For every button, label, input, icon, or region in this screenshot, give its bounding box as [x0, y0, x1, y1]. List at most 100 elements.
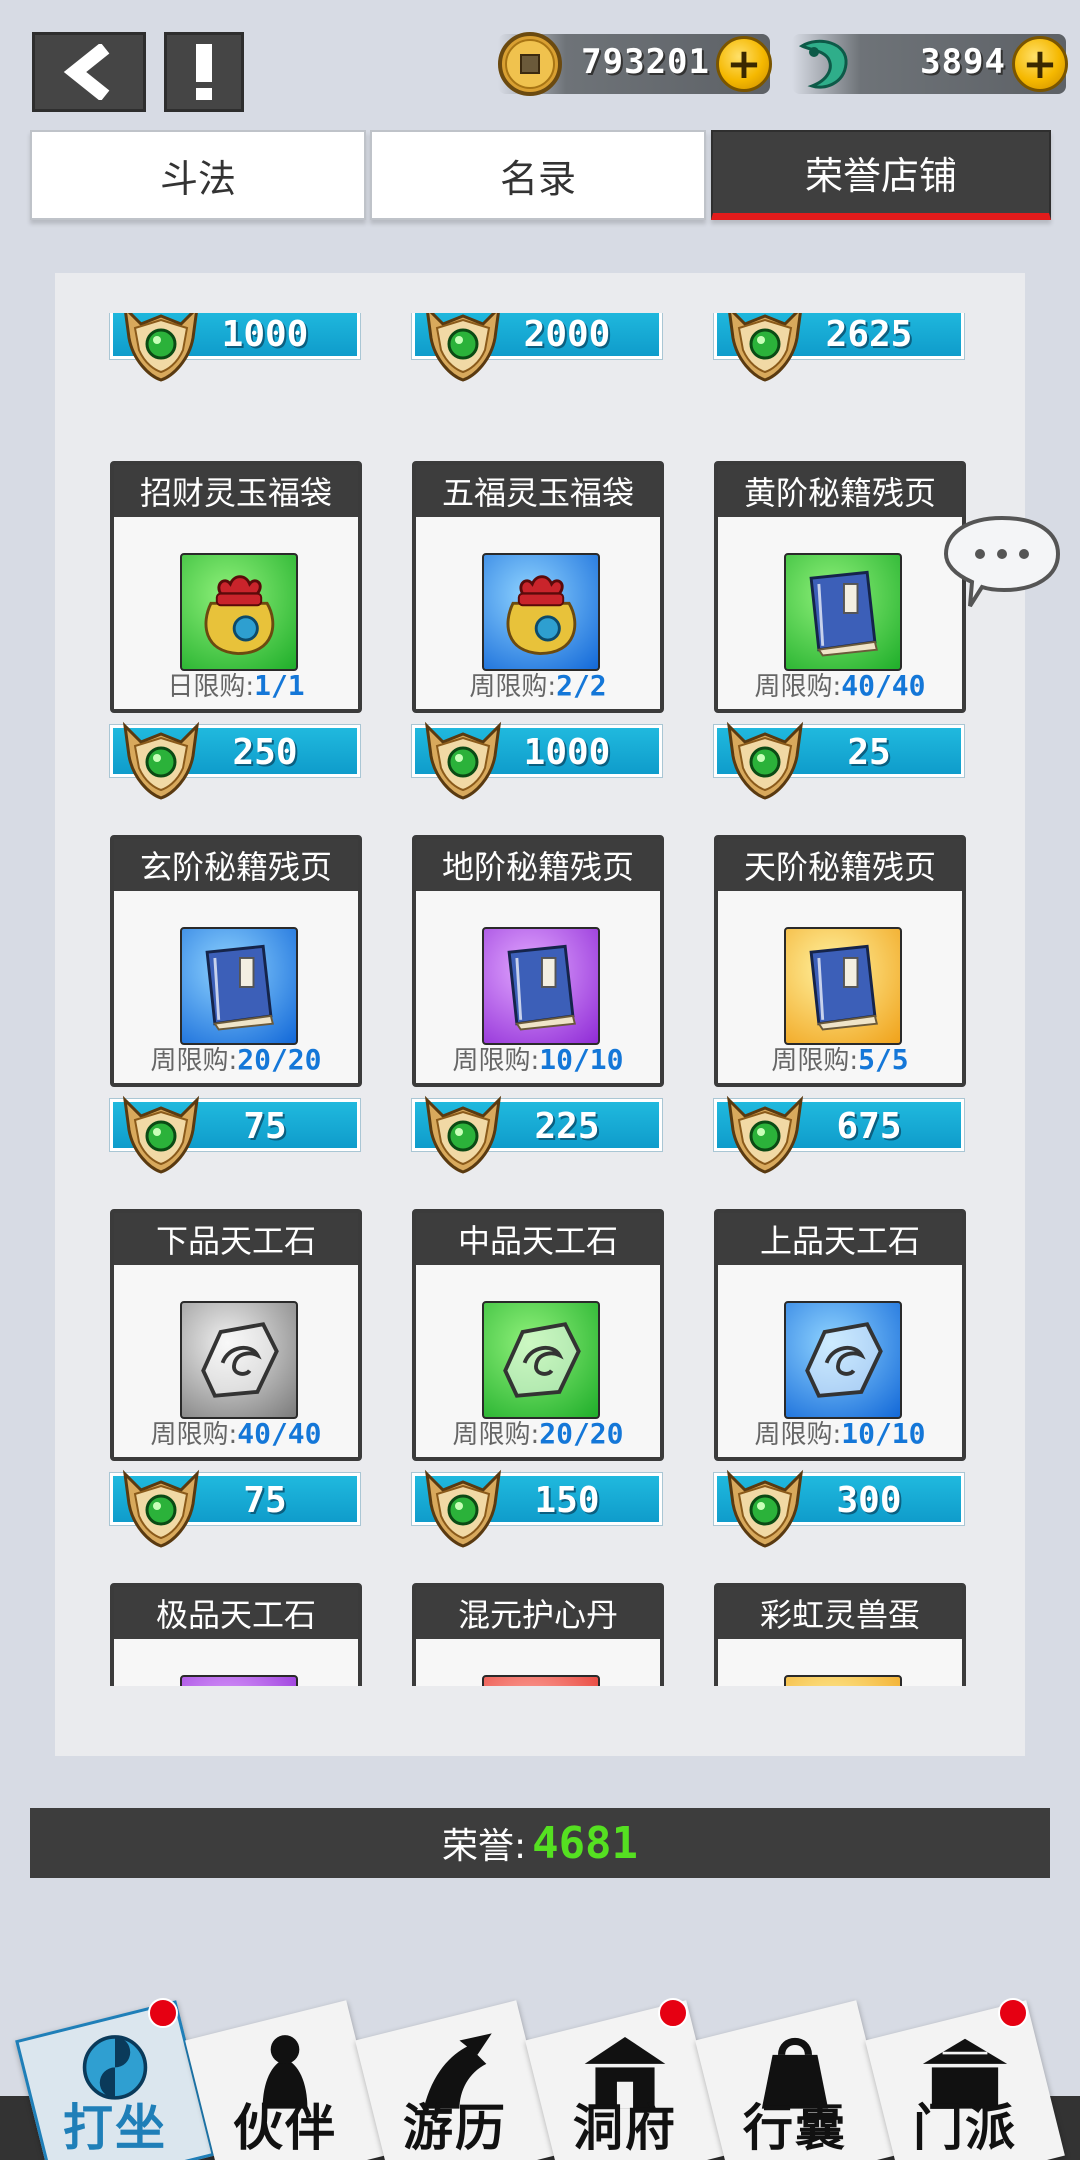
nav-travel[interactable]: 游历 — [370, 2020, 540, 2160]
price-tag[interactable]: 300 — [714, 1469, 964, 1548]
item-name: 极品天工石 — [114, 1587, 358, 1639]
limit-label: 周限购: — [150, 1420, 238, 1450]
limit-value: 2/2 — [556, 669, 607, 702]
tab-roster[interactable]: 名录 — [370, 130, 706, 220]
purchase-limit: 周限购:20/20 — [416, 1414, 660, 1451]
tab-honor-shop[interactable]: 荣誉店铺 — [711, 130, 1051, 220]
shop-item-card[interactable]: 黄阶秘籍残页周限购:40/40 — [714, 461, 966, 713]
nav-cave[interactable]: 洞府 — [540, 2020, 710, 2160]
price-value: 250 — [232, 732, 298, 773]
nav-label: 打坐 — [63, 2098, 167, 2157]
limit-label: 日限购: — [167, 672, 255, 702]
limit-label: 周限购: — [469, 672, 557, 702]
item-name: 玄阶秘籍残页 — [114, 839, 358, 891]
price-value: 75 — [243, 1480, 287, 1521]
chat-bubble-icon[interactable] — [940, 510, 1064, 610]
beast-egg-icon — [784, 1675, 902, 1686]
limit-label: 周限购: — [754, 1420, 842, 1450]
purchase-limit: 周限购:40/40 — [718, 666, 962, 703]
shop-item-card[interactable]: 下品天工石周限购:40/40 — [110, 1209, 362, 1461]
price-tag[interactable]: 675 — [714, 1095, 964, 1174]
limit-label: 周限购: — [754, 672, 842, 702]
notification-dot — [658, 1998, 688, 2028]
price-value: 225 — [534, 1106, 600, 1147]
shop-item-card[interactable]: 混元护心丹 — [412, 1583, 664, 1686]
coin-value: 793201 — [581, 42, 710, 82]
price-tag[interactable]: 1000 — [412, 721, 662, 800]
nav-label: 门派 — [913, 2098, 1017, 2157]
item-name: 五福灵玉福袋 — [416, 465, 660, 517]
price-tag[interactable]: 250 — [110, 721, 360, 800]
nav-meditate[interactable]: 打坐 — [30, 2020, 200, 2160]
back-button[interactable] — [32, 32, 146, 112]
nav-bag[interactable]: 行囊 — [710, 2020, 880, 2160]
exclamation-icon — [196, 44, 212, 100]
purchase-limit: 周限购:40/40 — [114, 1414, 358, 1451]
manual-book-icon — [482, 927, 600, 1045]
honor-balance: 荣誉: 4681 — [30, 1808, 1050, 1878]
shop-item-card[interactable]: 玄阶秘籍残页 周限购:20/20 — [110, 835, 362, 1087]
shop-item-card[interactable]: 中品天工石周限购:20/20 — [412, 1209, 664, 1461]
shop-item-card[interactable]: 彩虹灵兽蛋 — [714, 1583, 966, 1686]
shop-item-card[interactable]: 五福灵玉福袋周限购:2/2 — [412, 461, 664, 713]
limit-label: 周限购: — [771, 1046, 859, 1076]
jade-value: 3894 — [920, 42, 1006, 82]
nav-label: 游历 — [403, 2098, 507, 2157]
jade-icon — [798, 39, 848, 89]
honor-value: 4681 — [532, 1817, 639, 1869]
limit-value: 1/1 — [254, 669, 305, 702]
price-tag[interactable]: 2000 — [412, 313, 662, 382]
craft-stone-icon — [180, 1675, 298, 1686]
shop-item-card[interactable]: 极品天工石 — [110, 1583, 362, 1686]
notice-button[interactable] — [164, 32, 244, 112]
item-name: 招财灵玉福袋 — [114, 465, 358, 517]
item-name: 地阶秘籍残页 — [416, 839, 660, 891]
add-jade-button[interactable]: + — [1012, 36, 1068, 92]
fortune-bag-icon — [180, 553, 298, 671]
shop-item-card[interactable]: 天阶秘籍残页 周限购:5/5 — [714, 835, 966, 1087]
limit-value: 10/10 — [539, 1043, 624, 1076]
limit-value: 5/5 — [858, 1043, 909, 1076]
shop-item-card[interactable]: 招财灵玉福袋日限购:1/1 — [110, 461, 362, 713]
price-value: 1000 — [523, 732, 611, 773]
limit-value: 20/20 — [539, 1417, 624, 1450]
price-value: 675 — [836, 1106, 902, 1147]
purchase-limit: 日限购:1/1 — [114, 666, 358, 703]
shop-item-card[interactable]: 上品天工石 周限购:10/10 — [714, 1209, 966, 1461]
price-value: 25 — [847, 732, 891, 773]
notification-dot — [998, 1998, 1028, 2028]
notification-dot — [148, 1998, 178, 2028]
item-name: 混元护心丹 — [416, 1587, 660, 1639]
item-name: 中品天工石 — [416, 1213, 660, 1265]
price-tag[interactable]: 2625 — [714, 313, 964, 382]
purchase-limit: 周限购:10/10 — [416, 1040, 660, 1077]
price-tag[interactable]: 225 — [412, 1095, 662, 1174]
manual-book-icon — [784, 553, 902, 671]
price-tag[interactable]: 1000 — [110, 313, 360, 382]
nav-label: 洞府 — [573, 2098, 677, 2157]
add-coins-button[interactable]: + — [716, 36, 772, 92]
honor-label: 荣誉: — [441, 1826, 527, 1867]
item-name: 彩虹灵兽蛋 — [718, 1587, 962, 1639]
price-value: 2625 — [825, 314, 913, 355]
shop-item-card[interactable]: 地阶秘籍残页周限购:10/10 — [412, 835, 664, 1087]
item-name: 下品天工石 — [114, 1213, 358, 1265]
shop-grid[interactable]: 1000 2000 2625 招财灵玉福袋 日限购:1/1 250 五福灵玉福袋 周限购:2/… — [55, 313, 1025, 1686]
price-tag[interactable]: 150 — [412, 1469, 662, 1548]
elixir-pill-icon — [482, 1675, 600, 1686]
price-value: 150 — [534, 1480, 600, 1521]
limit-value: 40/40 — [841, 669, 926, 702]
nav-sect[interactable]: 门派 — [880, 2020, 1050, 2160]
nav-label: 行囊 — [743, 2098, 847, 2157]
item-name: 黄阶秘籍残页 — [718, 465, 962, 517]
price-tag[interactable]: 25 — [714, 721, 964, 800]
tab-duel[interactable]: 斗法 — [30, 130, 366, 220]
limit-value: 40/40 — [237, 1417, 322, 1450]
price-tag[interactable]: 75 — [110, 1095, 360, 1174]
coin-counter: 793201 + — [498, 32, 772, 96]
limit-label: 周限购: — [452, 1420, 540, 1450]
manual-book-icon — [784, 927, 902, 1045]
nav-companions[interactable]: 伙伴 — [200, 2020, 370, 2160]
price-tag[interactable]: 75 — [110, 1469, 360, 1548]
craft-stone-icon — [180, 1301, 298, 1419]
